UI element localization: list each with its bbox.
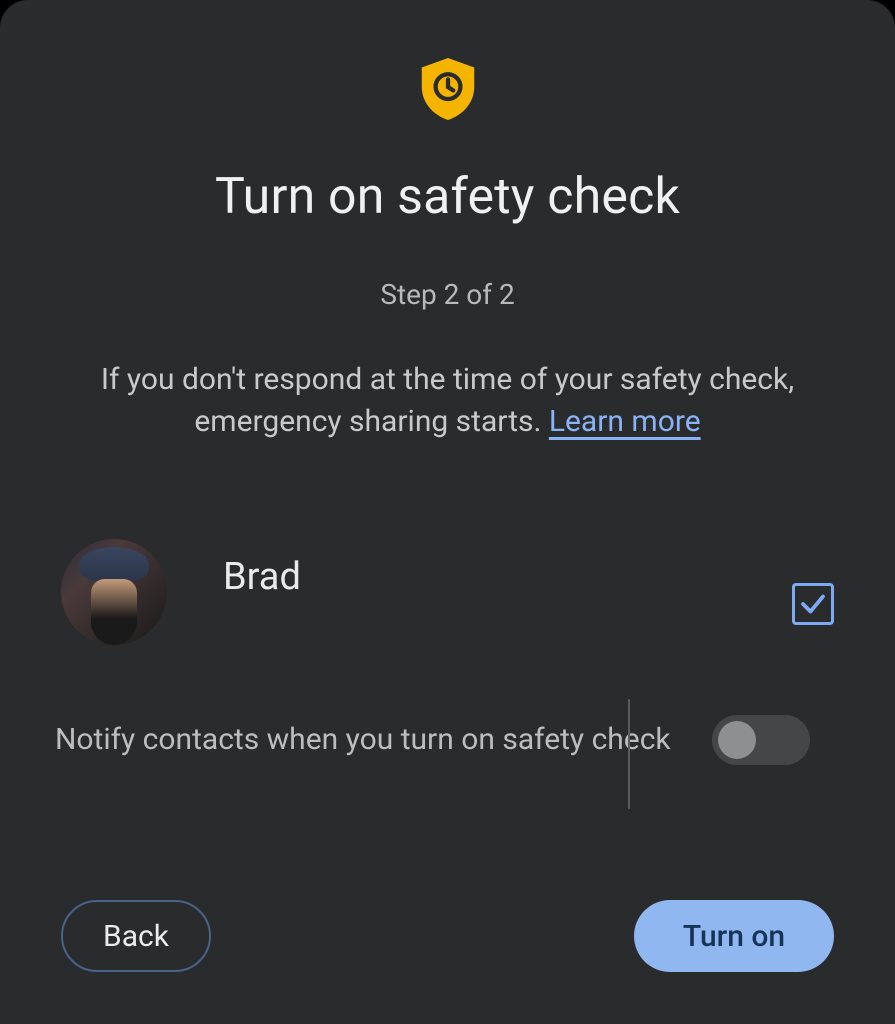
notify-label: Notify contacts when you turn on safety …	[55, 718, 712, 762]
learn-more-link[interactable]: Learn more	[549, 404, 701, 439]
dialog-title: Turn on safety check	[215, 168, 680, 226]
vertical-divider	[628, 699, 630, 809]
notify-toggle[interactable]	[712, 715, 810, 765]
shield-clock-icon	[419, 58, 477, 124]
contact-checkbox[interactable]	[792, 583, 834, 625]
back-button[interactable]: Back	[61, 900, 211, 972]
toggle-knob	[718, 721, 756, 759]
contact-name: Brad	[223, 555, 792, 599]
checkmark-icon	[798, 589, 828, 619]
notify-setting-row: Notify contacts when you turn on safety …	[55, 715, 840, 765]
step-indicator: Step 2 of 2	[380, 278, 514, 311]
contact-row[interactable]: Brad	[55, 539, 840, 645]
turn-on-button[interactable]: Turn on	[634, 900, 834, 972]
dialog-footer: Back Turn on	[55, 900, 840, 984]
avatar	[61, 539, 167, 645]
dialog-description: If you don't respond at the time of your…	[55, 359, 840, 443]
dialog-header: Turn on safety check Step 2 of 2 If you …	[55, 50, 840, 539]
safety-check-dialog: Turn on safety check Step 2 of 2 If you …	[0, 0, 895, 1024]
